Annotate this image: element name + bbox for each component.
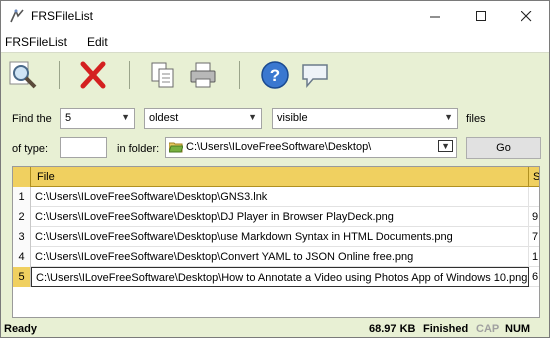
delete-button[interactable] <box>77 59 109 91</box>
grid-corner <box>13 167 31 187</box>
size-cell: 6 <box>532 271 539 283</box>
delete-x-icon <box>80 61 106 89</box>
visibility-value: visible <box>277 112 308 124</box>
app-logo-icon <box>10 8 24 23</box>
size-cell: 1 <box>532 251 539 263</box>
sort-order-value: oldest <box>149 112 179 124</box>
folder-icon <box>169 142 183 153</box>
file-count-value: 5 <box>65 112 72 124</box>
chevron-down-icon: ▼ <box>438 140 453 152</box>
help-button[interactable]: ? <box>259 59 291 91</box>
status-bar: Ready 68.97 KB Finished CAP NUM <box>1 321 549 337</box>
column-header-size[interactable]: S <box>530 167 539 187</box>
search-icon <box>9 61 37 89</box>
table-row[interactable]: 4 C:\Users\ILoveFreeSoftware\Desktop\Con… <box>13 247 539 267</box>
visibility-dropdown[interactable]: visible ▼ <box>272 108 458 129</box>
toolbar-separator <box>239 61 240 89</box>
num-lock-indicator: NUM <box>505 323 531 335</box>
copy-button[interactable] <box>147 59 179 91</box>
toolbar-separator <box>129 61 130 89</box>
copy-icon <box>151 62 174 88</box>
help-icon: ? <box>261 61 289 89</box>
file-path-cell[interactable]: C:\Users\ILoveFreeSoftware\Desktop\GNS3.… <box>31 187 529 207</box>
row-number: 3 <box>13 227 31 247</box>
maximize-icon <box>475 10 486 21</box>
toolbar: ? <box>1 53 549 97</box>
table-row[interactable]: 1 C:\Users\ILoveFreeSoftware\Desktop\GNS… <box>13 187 539 207</box>
file-path-cell[interactable]: C:\Users\ILoveFreeSoftware\Desktop\DJ Pl… <box>31 207 529 227</box>
file-type-input[interactable] <box>60 137 107 158</box>
column-header-file[interactable]: File <box>31 167 529 187</box>
printer-icon <box>190 62 216 88</box>
row-number: 4 <box>13 247 31 267</box>
status-result: Finished <box>423 323 469 335</box>
window-title: FRSFileList <box>31 9 94 23</box>
svg-text:?: ? <box>270 66 280 85</box>
title-bar: FRSFileList <box>1 1 549 31</box>
file-path-cell[interactable]: C:\Users\ILoveFreeSoftware\Desktop\Conve… <box>31 247 529 267</box>
file-path-cell[interactable]: C:\Users\ILoveFreeSoftware\Desktop\use M… <box>31 227 529 247</box>
caps-lock-indicator: CAP <box>476 323 500 335</box>
print-button[interactable] <box>187 59 219 91</box>
status-text: Ready <box>4 323 38 335</box>
folder-label: in folder: <box>117 143 160 155</box>
row-number: 2 <box>13 207 31 227</box>
toolbar-separator <box>59 61 60 89</box>
comment-button[interactable] <box>299 59 331 91</box>
chevron-down-icon: ▼ <box>121 112 130 122</box>
speech-bubble-icon <box>302 64 328 89</box>
menu-edit[interactable]: Edit <box>87 35 108 49</box>
search-button[interactable] <box>7 59 39 91</box>
file-path-cell[interactable]: C:\Users\ILoveFreeSoftware\Desktop\How t… <box>31 267 529 287</box>
file-count-dropdown[interactable]: 5 ▼ <box>60 108 135 129</box>
minimize-button[interactable] <box>412 1 458 31</box>
maximize-button[interactable] <box>458 1 504 31</box>
minimize-icon <box>429 16 440 17</box>
sort-order-dropdown[interactable]: oldest ▼ <box>144 108 262 129</box>
size-cell: 7 <box>532 231 539 243</box>
menu-bar: FRSFileList Edit <box>1 31 549 53</box>
size-cell <box>532 187 539 207</box>
folder-path-value: C:\Users\ILoveFreeSoftware\Desktop\ <box>186 141 372 153</box>
menu-frsfilelist[interactable]: FRSFileList <box>5 35 67 49</box>
table-row-selected[interactable]: 5 C:\Users\ILoveFreeSoftware\Desktop\How… <box>13 267 539 287</box>
table-row[interactable]: 3 C:\Users\ILoveFreeSoftware\Desktop\use… <box>13 227 539 247</box>
app-window: FRSFileList FRSFileList Edit ? Find the … <box>0 0 550 338</box>
status-total-size: 68.97 KB <box>369 323 416 335</box>
grid-header: File S <box>13 167 539 187</box>
chevron-down-icon: ▼ <box>248 112 257 122</box>
files-label: files <box>466 113 486 125</box>
table-row[interactable]: 2 C:\Users\ILoveFreeSoftware\Desktop\DJ … <box>13 207 539 227</box>
folder-dropdown[interactable]: C:\Users\ILoveFreeSoftware\Desktop\ ▼ <box>165 137 457 158</box>
type-label: of type: <box>12 143 49 155</box>
close-icon <box>520 10 531 21</box>
close-button[interactable] <box>503 1 549 31</box>
find-label: Find the <box>12 113 52 125</box>
row-number: 1 <box>13 187 31 207</box>
chevron-down-icon: ▼ <box>444 112 453 122</box>
row-number: 5 <box>13 267 31 287</box>
size-cell: 9 <box>532 211 539 223</box>
results-grid: File S 1 C:\Users\ILoveFreeSoftware\Desk… <box>12 166 540 318</box>
go-button[interactable]: Go <box>466 137 541 159</box>
